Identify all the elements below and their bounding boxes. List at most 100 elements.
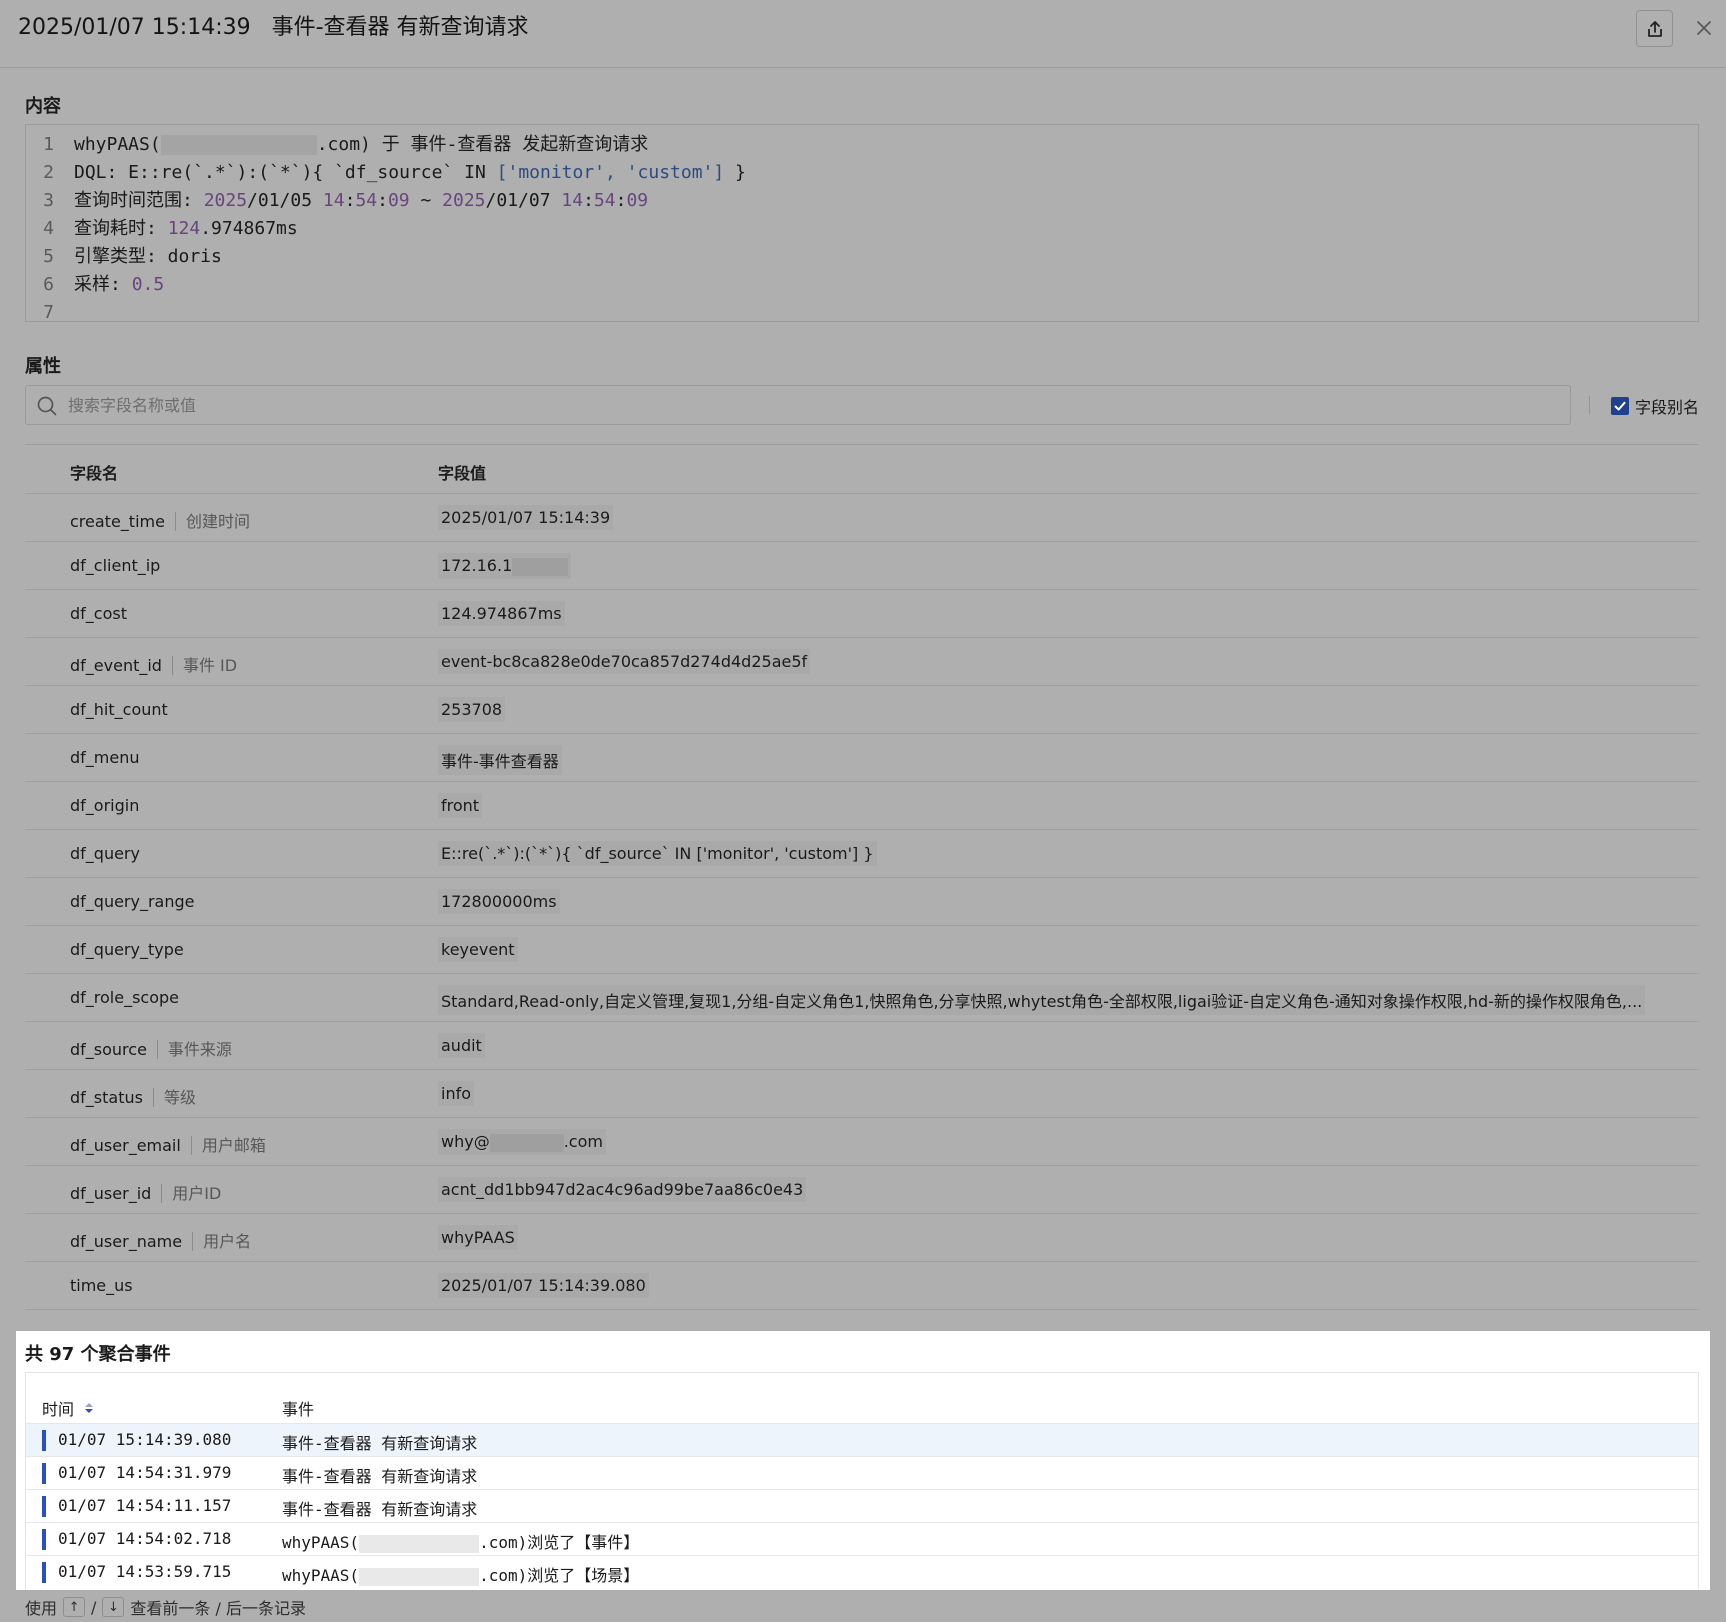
attribute-row: df_cost 124.974867ms: [25, 590, 1699, 638]
redacted-text: [489, 1133, 564, 1152]
field-value[interactable]: front: [438, 793, 483, 818]
aggregate-event-row[interactable]: 01/07 14:54:31.979 事件-查看器 有新查询请求: [26, 1456, 1698, 1489]
field-key: df_origin: [70, 796, 140, 815]
line-number: 1: [43, 134, 54, 155]
field-value-text: E::re(`.*`):(`*`){ `df_source` IN ['moni…: [441, 844, 874, 863]
field-value[interactable]: keyevent: [438, 937, 518, 962]
aggregate-event-row[interactable]: 01/07 14:54:11.157 事件-查看器 有新查询请求: [26, 1489, 1698, 1522]
line-text: DQL: E::re(`.*`):(`*`){ `df_source` IN […: [74, 159, 746, 187]
column-header-time[interactable]: 时间: [42, 1396, 94, 1420]
code-token: 2025: [442, 190, 486, 211]
field-name: df_event_id 事件 ID: [70, 652, 238, 676]
attribute-row: create_time 创建时间 2025/01/07 15:14:39: [25, 494, 1699, 542]
share-button[interactable]: [1636, 10, 1673, 47]
field-alias: 用户名: [192, 1232, 252, 1251]
attribute-row: df_user_email 用户邮箱 why@ .com: [25, 1118, 1699, 1166]
field-name: df_source 事件来源: [70, 1036, 232, 1060]
field-alias: 事件 ID: [171, 656, 238, 675]
attributes-section-label: 属性: [25, 356, 61, 377]
field-value[interactable]: 253708: [438, 697, 506, 722]
field-alias: 创建时间: [174, 512, 250, 531]
field-value[interactable]: 172.16.1: [438, 553, 572, 579]
field-name: df_status 等级: [70, 1084, 196, 1108]
search-input[interactable]: [68, 386, 1558, 424]
line-text: 查询耗时: 124.974867ms: [74, 215, 298, 243]
code-token: :: [583, 190, 594, 211]
field-value[interactable]: acnt_dd1bb947d2ac4c96ad99be7aa86c0e43: [438, 1177, 807, 1202]
field-value[interactable]: audit: [438, 1033, 485, 1058]
field-key: df_query: [70, 844, 140, 863]
aggregate-event-row[interactable]: 01/07 14:54:02.718 whyPAAS( .com)浏览了【事件】: [26, 1522, 1698, 1555]
event-suffix: .com)浏览了【事件】: [479, 1533, 640, 1552]
field-value[interactable]: 124.974867ms: [438, 601, 565, 626]
hint-suffix: 查看前一条 / 后一条记录: [130, 1599, 306, 1618]
field-value[interactable]: 2025/01/07 15:14:39: [438, 505, 614, 530]
field-alias: 事件来源: [156, 1040, 232, 1059]
redacted-text: [160, 135, 317, 155]
field-name: create_time 创建时间: [70, 508, 250, 532]
code-token: 0.5: [131, 274, 165, 295]
field-name: time_us: [70, 1276, 133, 1295]
drawer-title: 2025/01/07 15:14:39 事件-查看器 有新查询请求: [18, 15, 529, 40]
field-name: df_user_email 用户邮箱: [70, 1132, 266, 1156]
aggregate-event-row[interactable]: 01/07 15:14:39.080 事件-查看器 有新查询请求: [26, 1423, 1698, 1456]
field-name: df_menu: [70, 748, 140, 767]
redacted-text: [512, 557, 569, 576]
event-prefix: whyPAAS(: [282, 1566, 360, 1585]
field-alias: 用户邮箱: [190, 1136, 266, 1155]
event-message: 事件-查看器 有新查询请求: [282, 1500, 478, 1519]
aggregate-events-table: 时间 事件 01/07 15:14:39.080 事件-查看器 有新查询请求 01/…: [25, 1372, 1699, 1590]
field-name: df_user_id 用户ID: [70, 1180, 222, 1204]
hint-prefix: 使用: [25, 1599, 58, 1618]
field-value[interactable]: 2025/01/07 15:14:39.080: [438, 1273, 649, 1298]
redacted-text: [359, 1567, 480, 1586]
field-value[interactable]: 172800000ms: [438, 889, 560, 914]
code-token: :: [344, 190, 356, 211]
column-header-event: 事件: [282, 1400, 315, 1419]
field-value-suffix: .com: [563, 1132, 603, 1151]
field-name: df_query: [70, 844, 140, 863]
attributes-table: 字段名 字段值 create_time 创建时间 2025/01/07 15:14:…: [25, 444, 1699, 1310]
field-value-text: event-bc8ca828e0de70ca857d274d4d25ae5f: [441, 652, 808, 671]
share-icon: [1647, 20, 1662, 37]
attribute-row: df_source 事件来源 audit: [25, 1022, 1699, 1070]
field-value[interactable]: event-bc8ca828e0de70ca857d274d4d25ae5f: [438, 649, 811, 674]
aggregate-event-row[interactable]: 01/07 14:53:59.715 whyPAAS(.com)浏览了【场景】: [26, 1555, 1698, 1588]
line-number: 5: [43, 246, 54, 267]
field-value[interactable]: Standard,Read-only,自定义管理,复现1,分组-自定义角色1,快…: [438, 985, 1646, 1015]
attribute-row: df_menu 事件-事件查看器: [25, 734, 1699, 782]
field-value[interactable]: E::re(`.*`):(`*`){ `df_source` IN ['moni…: [438, 841, 877, 866]
alias-toggle-label: 字段别名: [1635, 398, 1700, 417]
attribute-row: time_us 2025/01/07 15:14:39.080: [25, 1262, 1699, 1310]
field-value[interactable]: 事件-事件查看器: [438, 745, 562, 775]
code-token: DQL: E::re(`.*`):(`*`){ `df_source` IN: [74, 162, 497, 183]
code-token: 引擎类型: doris: [74, 246, 222, 267]
code-token: :: [377, 190, 388, 211]
column-header-field-value: 字段值: [438, 464, 487, 483]
event-message: whyPAAS(.com)浏览了【场景】: [282, 1562, 639, 1586]
line-number: 3: [43, 190, 54, 211]
code-token: 124: [167, 218, 201, 239]
attribute-row: df_status 等级 info: [25, 1070, 1699, 1118]
event-prefix: whyPAAS(: [282, 1533, 360, 1552]
field-key: df_user_name: [70, 1232, 183, 1251]
sort-icon[interactable]: [84, 1401, 94, 1415]
code-token: .974867ms: [200, 218, 298, 239]
attributes-table-header: 字段名 字段值: [25, 445, 1699, 494]
field-alias-toggle[interactable]: 字段别名: [1611, 394, 1699, 418]
aggregate-table-header: 时间 事件: [26, 1373, 1698, 1423]
code-token: ~: [409, 190, 443, 211]
field-value[interactable]: whyPAAS: [438, 1225, 518, 1250]
keyboard-hint: 使用 ↑ / ↓ 查看前一条 / 后一条记录: [25, 1595, 306, 1619]
field-value[interactable]: why@ .com: [438, 1129, 606, 1155]
close-button[interactable]: [1690, 14, 1718, 42]
field-value[interactable]: info: [438, 1081, 475, 1106]
attribute-row: df_hit_count 253708: [25, 686, 1699, 734]
code-token: 查询耗时:: [74, 218, 168, 239]
field-key: df_query_range: [70, 892, 195, 911]
alias-checkbox[interactable]: [1611, 397, 1629, 415]
attribute-row: df_client_ip 172.16.1: [25, 542, 1699, 590]
status-bar: [42, 1463, 46, 1484]
event-time: 01/07 14:54:02.718: [58, 1529, 232, 1548]
field-value-text: 124.974867ms: [441, 604, 562, 623]
